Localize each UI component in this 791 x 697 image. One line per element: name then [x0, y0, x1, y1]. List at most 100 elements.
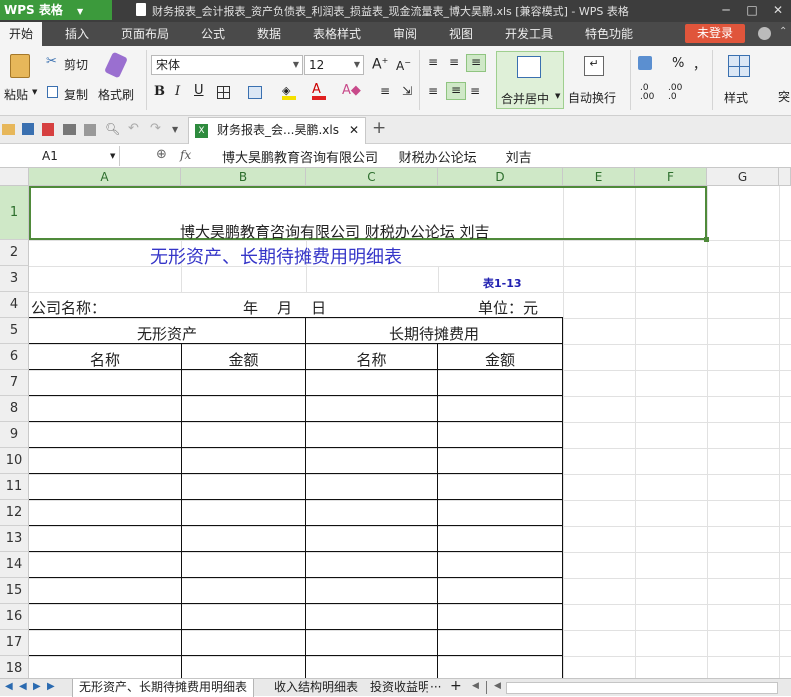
tab-home[interactable]: 开始: [0, 22, 42, 46]
increase-font-icon[interactable]: A+: [372, 56, 388, 73]
function-icon[interactable]: fx: [180, 148, 191, 162]
align-center-icon[interactable]: ≡: [446, 82, 466, 100]
tab-formulas[interactable]: 公式: [193, 22, 233, 46]
name-box[interactable]: A1 ▼: [0, 146, 120, 166]
currency-icon[interactable]: [638, 56, 652, 70]
row-header[interactable]: 14: [0, 552, 29, 578]
column-header-e[interactable]: E: [563, 168, 635, 186]
column-header-b[interactable]: B: [181, 168, 306, 186]
row-header[interactable]: 12: [0, 500, 29, 526]
sheet-tab-revenue[interactable]: 收入结构明细表: [268, 679, 364, 697]
wrap-text-button[interactable]: ↵ 自动换行: [568, 51, 622, 109]
tab-developer[interactable]: 开发工具: [497, 22, 561, 46]
zoom-icon[interactable]: ⊕: [156, 147, 167, 162]
minimize-button[interactable]: ─: [713, 0, 739, 20]
row-header[interactable]: 9: [0, 422, 29, 448]
row-header[interactable]: 4: [0, 292, 29, 318]
close-tab-icon[interactable]: ✕: [349, 118, 359, 143]
underline-icon[interactable]: U: [194, 83, 204, 98]
tab-page-layout[interactable]: 页面布局: [113, 22, 177, 46]
last-sheet-icon[interactable]: ▶: [47, 681, 55, 692]
tab-view[interactable]: 视图: [441, 22, 481, 46]
copy-button[interactable]: 复制: [46, 84, 94, 102]
row-header[interactable]: 13: [0, 526, 29, 552]
decrease-font-icon[interactable]: A−: [396, 58, 411, 73]
strikethrough-icon[interactable]: ≡: [380, 84, 390, 98]
select-all-corner[interactable]: [0, 168, 29, 186]
tab-insert[interactable]: 插入: [55, 22, 99, 46]
document-tab[interactable]: X 财务报表_会...昊鹏.xls ✕: [188, 117, 366, 144]
next-sheet-icon[interactable]: ▶: [33, 681, 41, 692]
font-color-icon[interactable]: A: [312, 82, 326, 100]
italic-icon[interactable]: I: [175, 84, 180, 99]
comma-button[interactable]: ，: [693, 54, 706, 73]
tab-table-style[interactable]: 表格样式: [305, 22, 369, 46]
sheet-tab-intangible[interactable]: 无形资产、长期待摊费用明细表: [72, 679, 255, 697]
border-icon[interactable]: [217, 86, 230, 99]
scroll-right-icon[interactable]: ◀: [494, 681, 501, 691]
row-header[interactable]: 7: [0, 370, 29, 396]
redo-icon[interactable]: ↷: [150, 121, 161, 136]
chevron-down-icon[interactable]: ▼: [172, 125, 178, 134]
spreadsheet-grid[interactable]: A B C D E F G 1 2 3 4 5 6 7 8 9 10 11 12…: [0, 168, 791, 678]
column-header-d[interactable]: D: [438, 168, 563, 186]
column-header-c[interactable]: C: [306, 168, 438, 186]
tab-data[interactable]: 数据: [249, 22, 289, 46]
pdf-icon[interactable]: [42, 123, 54, 136]
decrease-decimal-icon[interactable]: .00.0: [668, 84, 682, 102]
font-name-select[interactable]: 宋体 ▼: [151, 55, 303, 75]
align-bottom-icon[interactable]: ≡: [466, 54, 486, 72]
column-header-f[interactable]: F: [635, 168, 707, 186]
format-painter-button[interactable]: 格式刷: [96, 51, 140, 108]
table-style-icon[interactable]: [248, 86, 262, 99]
font-dialog-icon[interactable]: ⇲: [402, 84, 412, 98]
row-header[interactable]: 16: [0, 604, 29, 630]
increase-decimal-icon[interactable]: .0.00: [640, 84, 654, 102]
login-button[interactable]: 未登录: [685, 24, 745, 43]
first-sheet-icon[interactable]: ◀: [5, 681, 13, 692]
column-header-extra[interactable]: [779, 168, 791, 186]
tab-split-handle[interactable]: [486, 681, 487, 694]
scroll-left-icon[interactable]: ◀: [472, 681, 479, 691]
row-header[interactable]: 8: [0, 396, 29, 422]
align-middle-icon[interactable]: ≡: [449, 55, 459, 69]
column-header-a[interactable]: A: [29, 168, 181, 186]
paste-button[interactable]: 粘贴 ▼: [4, 50, 40, 108]
sheet-tab-investment[interactable]: 投资收益明: [364, 679, 428, 697]
percent-button[interactable]: %: [672, 56, 684, 71]
new-tab-icon[interactable]: +: [372, 118, 386, 138]
open-folder-icon[interactable]: [2, 124, 15, 135]
fill-color-icon[interactable]: ◈: [282, 84, 296, 100]
close-button[interactable]: ✕: [765, 0, 791, 20]
row-header[interactable]: 15: [0, 578, 29, 604]
row-header[interactable]: 10: [0, 448, 29, 474]
app-menu-button[interactable]: WPS 表格 ▼: [0, 0, 112, 20]
tab-review[interactable]: 审阅: [385, 22, 425, 46]
print-preview-icon[interactable]: [84, 124, 96, 136]
chevron-up-icon[interactable]: ⌃: [779, 26, 787, 37]
align-top-icon[interactable]: ≡: [428, 55, 438, 69]
save-icon[interactable]: [22, 123, 34, 135]
row-header[interactable]: 18: [0, 656, 29, 678]
formula-input[interactable]: 博大昊鹏教育咨询有限公司 财税办公论坛 刘吉: [222, 147, 532, 166]
skin-icon[interactable]: [758, 27, 771, 40]
add-sheet-icon[interactable]: +: [450, 678, 462, 694]
row-header[interactable]: 5: [0, 318, 29, 344]
undo-icon[interactable]: ↶: [128, 121, 139, 136]
tab-special[interactable]: 特色功能: [577, 22, 641, 46]
styles-button[interactable]: 样式: [718, 51, 762, 109]
row-header[interactable]: 6: [0, 344, 29, 370]
align-left-icon[interactable]: ≡: [428, 84, 438, 98]
row-header[interactable]: 2: [0, 240, 29, 266]
row-header[interactable]: 17: [0, 630, 29, 656]
row-header[interactable]: 3: [0, 266, 29, 292]
column-header-g[interactable]: G: [707, 168, 779, 186]
row-header[interactable]: 1: [0, 186, 29, 240]
bold-icon[interactable]: B: [154, 84, 165, 99]
more-ribbon-label[interactable]: 突: [778, 88, 790, 105]
fill-handle[interactable]: [704, 237, 709, 242]
merge-center-button[interactable]: 合并居中 ▼: [496, 51, 564, 109]
align-right-icon[interactable]: ≡: [470, 84, 480, 98]
more-sheets-icon[interactable]: ···: [430, 680, 441, 694]
clear-format-icon[interactable]: A◆: [342, 83, 361, 98]
